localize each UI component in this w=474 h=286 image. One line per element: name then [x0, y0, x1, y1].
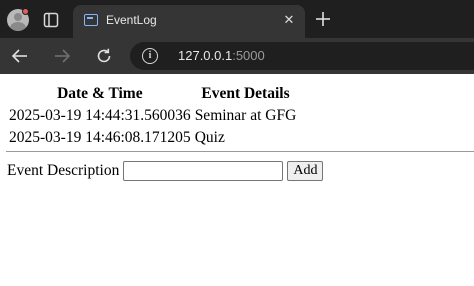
- url-port: :5000: [232, 48, 265, 63]
- horizontal-rule: [6, 151, 474, 152]
- reload-button[interactable]: [92, 44, 116, 68]
- avatar-body: [10, 22, 26, 31]
- event-datetime: 2025-03-19 14:44:31.560036: [9, 107, 191, 124]
- new-tab-button[interactable]: [313, 9, 333, 29]
- event-table: Date & Time Event Details 2025-03-19 14:…: [6, 82, 299, 150]
- table-row: 2025-03-19 14:44:31.560036 Seminar at GF…: [8, 106, 297, 126]
- profile-notification-dot: [22, 8, 29, 15]
- avatar-head: [14, 13, 22, 21]
- close-icon[interactable]: ✕: [281, 12, 297, 28]
- url-text: 127.0.0.1:5000: [178, 48, 265, 63]
- reload-icon: [97, 48, 111, 63]
- event-details: Seminar at GFG: [194, 107, 297, 124]
- tab-actions-button[interactable]: [38, 9, 64, 31]
- browser-toolbar: i 127.0.0.1:5000: [0, 38, 474, 74]
- event-description-input[interactable]: [123, 161, 284, 181]
- plus-icon: [316, 12, 330, 26]
- arrow-right-icon: [55, 49, 71, 63]
- event-datetime: 2025-03-19 14:46:08.171205: [9, 129, 191, 146]
- browser-tab-strip: EventLog ✕: [0, 0, 474, 38]
- address-bar[interactable]: i 127.0.0.1:5000: [130, 42, 474, 70]
- terminal-icon: [84, 14, 98, 26]
- event-description-label: Event Description: [7, 162, 120, 179]
- page-content: Date & Time Event Details 2025-03-19 14:…: [0, 74, 474, 286]
- forward-button[interactable]: [50, 44, 74, 68]
- column-header-details: Event Details: [201, 85, 290, 102]
- add-button[interactable]: Add: [287, 161, 324, 181]
- url-host: 127.0.0.1: [178, 48, 233, 63]
- arrow-left-icon: [11, 49, 27, 63]
- active-tab[interactable]: EventLog ✕: [73, 5, 305, 38]
- table-header-row: Date & Time Event Details: [8, 84, 297, 104]
- tab-title: EventLog: [106, 13, 157, 27]
- event-details: Quiz: [194, 129, 225, 146]
- column-header-datetime: Date & Time: [57, 85, 143, 102]
- table-row: 2025-03-19 14:46:08.171205 Quiz: [8, 128, 297, 148]
- site-info-icon[interactable]: i: [142, 48, 158, 64]
- back-button[interactable]: [8, 44, 32, 68]
- add-event-form: Event Description Add: [7, 161, 324, 181]
- tab-actions-icon: [43, 12, 59, 28]
